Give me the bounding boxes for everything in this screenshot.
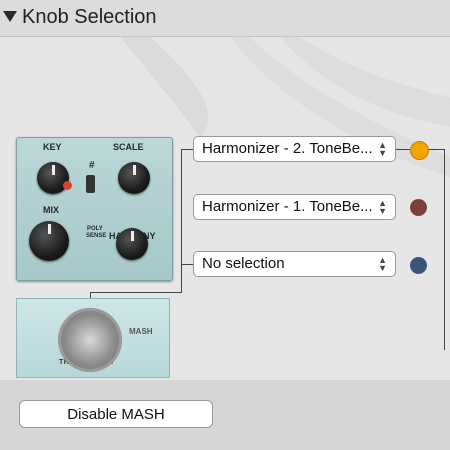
harmonizer-pedal-image: KEY SCALE # MIX HARMONY POLY SENSE [16,137,173,281]
knob-pointer-icon [132,165,136,175]
scale-label: SCALE [113,142,144,152]
mash-brand-label: MASH [129,327,153,336]
collapse-triangle-icon[interactable] [3,11,17,22]
panel-title: Knob Selection [22,6,157,28]
knob-select-1-value: Harmonizer - 2. ToneBe... [202,140,373,157]
mix-label: MIX [43,205,60,215]
connector-line [90,292,182,293]
harmony-knob[interactable] [116,228,148,260]
sense-label: SENSE [86,233,107,239]
mash-footswitch-button[interactable] [58,308,122,372]
knob-pointer-icon [51,165,55,175]
disable-mash-button[interactable]: Disable MASH [19,400,213,428]
connector-line [427,149,444,150]
select-arrows-icon: ▲ ▼ [378,140,387,158]
knob-select-2[interactable]: Harmonizer - 1. ToneBe... ▲ ▼ [193,194,396,220]
connector-line [396,149,410,150]
knob-select-2-value: Harmonizer - 1. ToneBe... [202,198,373,215]
mix-knob[interactable] [29,221,69,261]
knob-color-dot-2 [410,199,427,216]
select-arrows-icon: ▲ ▼ [378,198,387,216]
knob-pointer-icon [130,231,134,241]
knob-pointer-icon [47,224,51,234]
poly-label: POLY [87,226,103,232]
key-label: KEY [43,142,62,152]
knob-color-dot-3 [410,257,427,274]
knob-select-1[interactable]: Harmonizer - 2. ToneBe... ▲ ▼ [193,136,396,162]
knob-select-3[interactable]: No selection ▲ ▼ [193,251,396,277]
select-arrows-icon: ▲ ▼ [378,255,387,273]
connector-line [444,149,445,350]
panel-header[interactable]: Knob Selection [0,0,450,37]
connector-line [181,264,193,265]
knob-color-dot-1 [410,141,429,160]
connector-line [181,149,193,150]
connector-line [181,149,182,292]
knob-select-3-value: No selection [202,255,285,272]
sharp-label: # [89,160,95,171]
status-led-icon [63,181,72,190]
toggle-switch[interactable] [86,175,95,193]
scale-knob[interactable] [118,162,150,194]
